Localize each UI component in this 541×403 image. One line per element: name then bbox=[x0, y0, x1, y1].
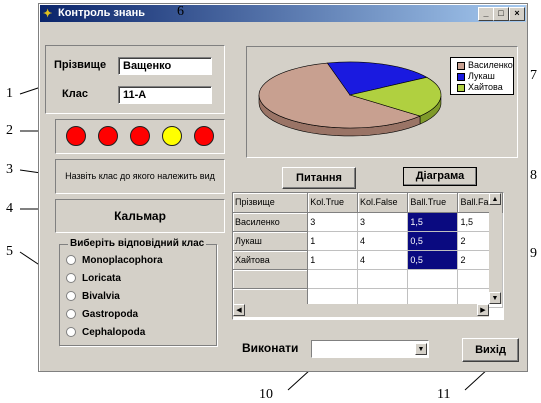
scroll-up-icon[interactable]: ▲ bbox=[489, 193, 501, 205]
results-grid[interactable]: Прізвище Kol.True Kol.False Ball.True Ball.F… bbox=[232, 192, 504, 320]
callout-9: 9 bbox=[530, 246, 537, 261]
table-cell[interactable]: Хайтова bbox=[233, 250, 309, 270]
table-cell[interactable] bbox=[357, 269, 409, 289]
table-cell[interactable]: 0,5 bbox=[407, 231, 459, 251]
exit-button[interactable]: Вихід bbox=[462, 338, 519, 362]
table-cell[interactable]: 3 bbox=[307, 212, 359, 232]
surname-label: Прізвище bbox=[54, 59, 107, 71]
student-panel: Прізвище Ващенко Клас 11-А bbox=[45, 45, 225, 114]
indicator-light bbox=[130, 126, 150, 146]
callout-4: 4 bbox=[6, 201, 13, 216]
table-row[interactable] bbox=[233, 269, 503, 289]
legend-item: Лукаш bbox=[457, 71, 495, 81]
chart-legend: Василенко Лукаш Хайтова bbox=[450, 57, 514, 95]
radio-circle-icon[interactable] bbox=[66, 327, 76, 338]
vertical-scrollbar[interactable]: ▲ ▼ bbox=[489, 193, 502, 304]
table-cell[interactable]: 1,5 bbox=[407, 212, 459, 232]
scroll-down-icon[interactable]: ▼ bbox=[489, 292, 501, 304]
radio-circle-icon[interactable] bbox=[66, 255, 76, 266]
table-row[interactable]: Василенко 3 3 1,5 1,5 bbox=[233, 212, 503, 232]
callout-8: 8 bbox=[530, 168, 537, 183]
column-header[interactable]: Прізвище bbox=[233, 193, 309, 213]
horizontal-scrollbar[interactable]: ◀ ▶ bbox=[233, 304, 489, 317]
execute-combobox[interactable]: ▼ bbox=[311, 340, 429, 358]
column-header[interactable]: Kol.True bbox=[307, 193, 359, 213]
radio-circle-icon[interactable] bbox=[66, 291, 76, 302]
column-header[interactable]: Kol.False bbox=[357, 193, 409, 213]
radio-option[interactable]: Monoplacophora bbox=[66, 255, 163, 269]
table-cell[interactable] bbox=[407, 269, 459, 289]
legend-item: Василенко bbox=[457, 60, 513, 70]
indicator-light bbox=[194, 126, 214, 146]
table-cell[interactable]: 0,5 bbox=[407, 250, 459, 270]
legend-item: Хайтова bbox=[457, 82, 503, 92]
radio-circle-icon[interactable] bbox=[66, 309, 76, 320]
table-cell[interactable]: 3 bbox=[357, 212, 409, 232]
app-icon: ✦ bbox=[43, 8, 53, 20]
radio-option[interactable]: Bivalvia bbox=[66, 291, 120, 305]
close-button[interactable]: × bbox=[509, 7, 525, 21]
callout-1: 1 bbox=[6, 86, 13, 101]
legend-swatch bbox=[457, 72, 465, 81]
diagram-button[interactable]: Діаграма bbox=[403, 167, 477, 186]
radio-option[interactable]: Gastropoda bbox=[66, 309, 138, 323]
table-cell[interactable]: 4 bbox=[357, 231, 409, 251]
species-label: Кальмар bbox=[55, 199, 225, 233]
classes-group-title: Виберіть відповідний клас bbox=[68, 238, 207, 249]
dropdown-arrow-icon[interactable]: ▼ bbox=[415, 343, 427, 355]
question-button[interactable]: Питання bbox=[282, 167, 356, 189]
maximize-button[interactable]: □ bbox=[493, 7, 509, 21]
indicator-light bbox=[162, 126, 182, 146]
table-cell[interactable]: Василенко bbox=[233, 212, 309, 232]
callout-6: 6 bbox=[177, 4, 184, 19]
indicator-panel bbox=[55, 119, 225, 154]
minimize-button[interactable]: _ bbox=[478, 7, 494, 21]
table-row[interactable]: Хайтова 1 4 0,5 2 bbox=[233, 250, 503, 270]
callout-11: 11 bbox=[437, 387, 451, 402]
execute-label: Виконати bbox=[242, 341, 299, 355]
question-text: Назвіть клас до якого належить вид bbox=[55, 159, 225, 194]
table-cell[interactable] bbox=[233, 269, 309, 289]
title-bar[interactable]: ✦ Контроль знань _ □ × bbox=[40, 5, 526, 22]
callout-7: 7 bbox=[530, 68, 537, 83]
class-field[interactable]: 11-А bbox=[118, 86, 212, 104]
table-header-row[interactable]: Прізвище Kol.True Kol.False Ball.True Ball.F… bbox=[233, 193, 503, 213]
table-cell[interactable]: 1 bbox=[307, 250, 359, 270]
main-window: ✦ Контроль знань _ □ × Прізвище Ващенко … bbox=[38, 3, 528, 372]
callout-2: 2 bbox=[6, 123, 13, 138]
radio-option[interactable]: Cephalopoda bbox=[66, 327, 145, 341]
column-header[interactable]: Ball.True bbox=[407, 193, 459, 213]
table-row[interactable]: Лукаш 1 4 0,5 2 bbox=[233, 231, 503, 251]
callout-10: 10 bbox=[259, 387, 273, 402]
table-cell[interactable]: 1 bbox=[307, 231, 359, 251]
callout-3: 3 bbox=[6, 162, 13, 177]
results-table: Прізвище Kol.True Kol.False Ball.True Ball.F… bbox=[233, 193, 503, 308]
scroll-right-icon[interactable]: ▶ bbox=[477, 304, 489, 316]
class-label: Клас bbox=[62, 88, 88, 100]
callout-5: 5 bbox=[6, 244, 13, 259]
scroll-left-icon[interactable]: ◀ bbox=[233, 304, 245, 316]
table-cell[interactable]: 4 bbox=[357, 250, 409, 270]
table-cell[interactable] bbox=[307, 269, 359, 289]
indicator-light bbox=[98, 126, 118, 146]
legend-swatch bbox=[457, 83, 465, 92]
window-title: Контроль знань bbox=[58, 7, 146, 19]
classes-group: Виберіть відповідний клас Monoplacophora… bbox=[59, 238, 217, 346]
chart-panel: Василенко Лукаш Хайтова bbox=[246, 46, 518, 158]
radio-option[interactable]: Loricata bbox=[66, 273, 121, 287]
surname-field[interactable]: Ващенко bbox=[118, 57, 212, 75]
indicator-light bbox=[66, 126, 86, 146]
legend-swatch bbox=[457, 61, 465, 70]
table-cell[interactable]: Лукаш bbox=[233, 231, 309, 251]
radio-circle-icon[interactable] bbox=[66, 273, 76, 284]
